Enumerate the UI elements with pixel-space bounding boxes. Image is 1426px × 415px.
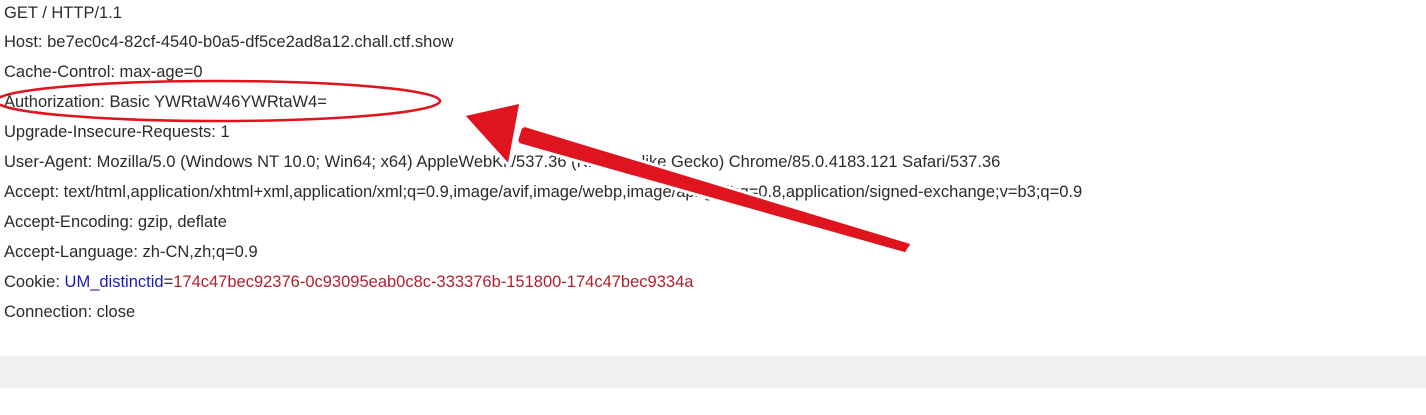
header-upgrade-insecure-requests: Upgrade-Insecure-Requests: 1 bbox=[4, 123, 230, 141]
header-cache-control: Cache-Control: max-age=0 bbox=[4, 63, 203, 81]
header-accept: Accept: text/html,application/xhtml+xml,… bbox=[4, 183, 1083, 201]
request-line: GET / HTTP/1.1 bbox=[4, 4, 122, 22]
bottom-bar bbox=[0, 356, 1426, 388]
http-request-panel[interactable]: GET / HTTP/1.1 Host: be7ec0c4-82cf-4540-… bbox=[4, 0, 1422, 330]
header-authorization: Authorization: Basic YWRtaW46YWRtaW4= bbox=[4, 93, 327, 111]
cookie-name: UM_distinctid bbox=[64, 273, 164, 291]
cookie-equals: = bbox=[163, 273, 174, 291]
cookie-label: Cookie: bbox=[4, 273, 65, 291]
header-connection: Connection: close bbox=[4, 303, 136, 321]
header-host: Host: be7ec0c4-82cf-4540-b0a5-df5ce2ad8a… bbox=[4, 33, 454, 51]
header-accept-language: Accept-Language: zh-CN,zh;q=0.9 bbox=[4, 243, 258, 261]
header-accept-encoding: Accept-Encoding: gzip, deflate bbox=[4, 213, 227, 231]
header-user-agent: User-Agent: Mozilla/5.0 (Windows NT 10.0… bbox=[4, 153, 1001, 171]
cookie-value: 174c47bec92376-0c93095eab0c8c-333376b-15… bbox=[173, 273, 694, 291]
header-cookie: Cookie: UM_distinctid=174c47bec92376-0c9… bbox=[4, 267, 1422, 297]
